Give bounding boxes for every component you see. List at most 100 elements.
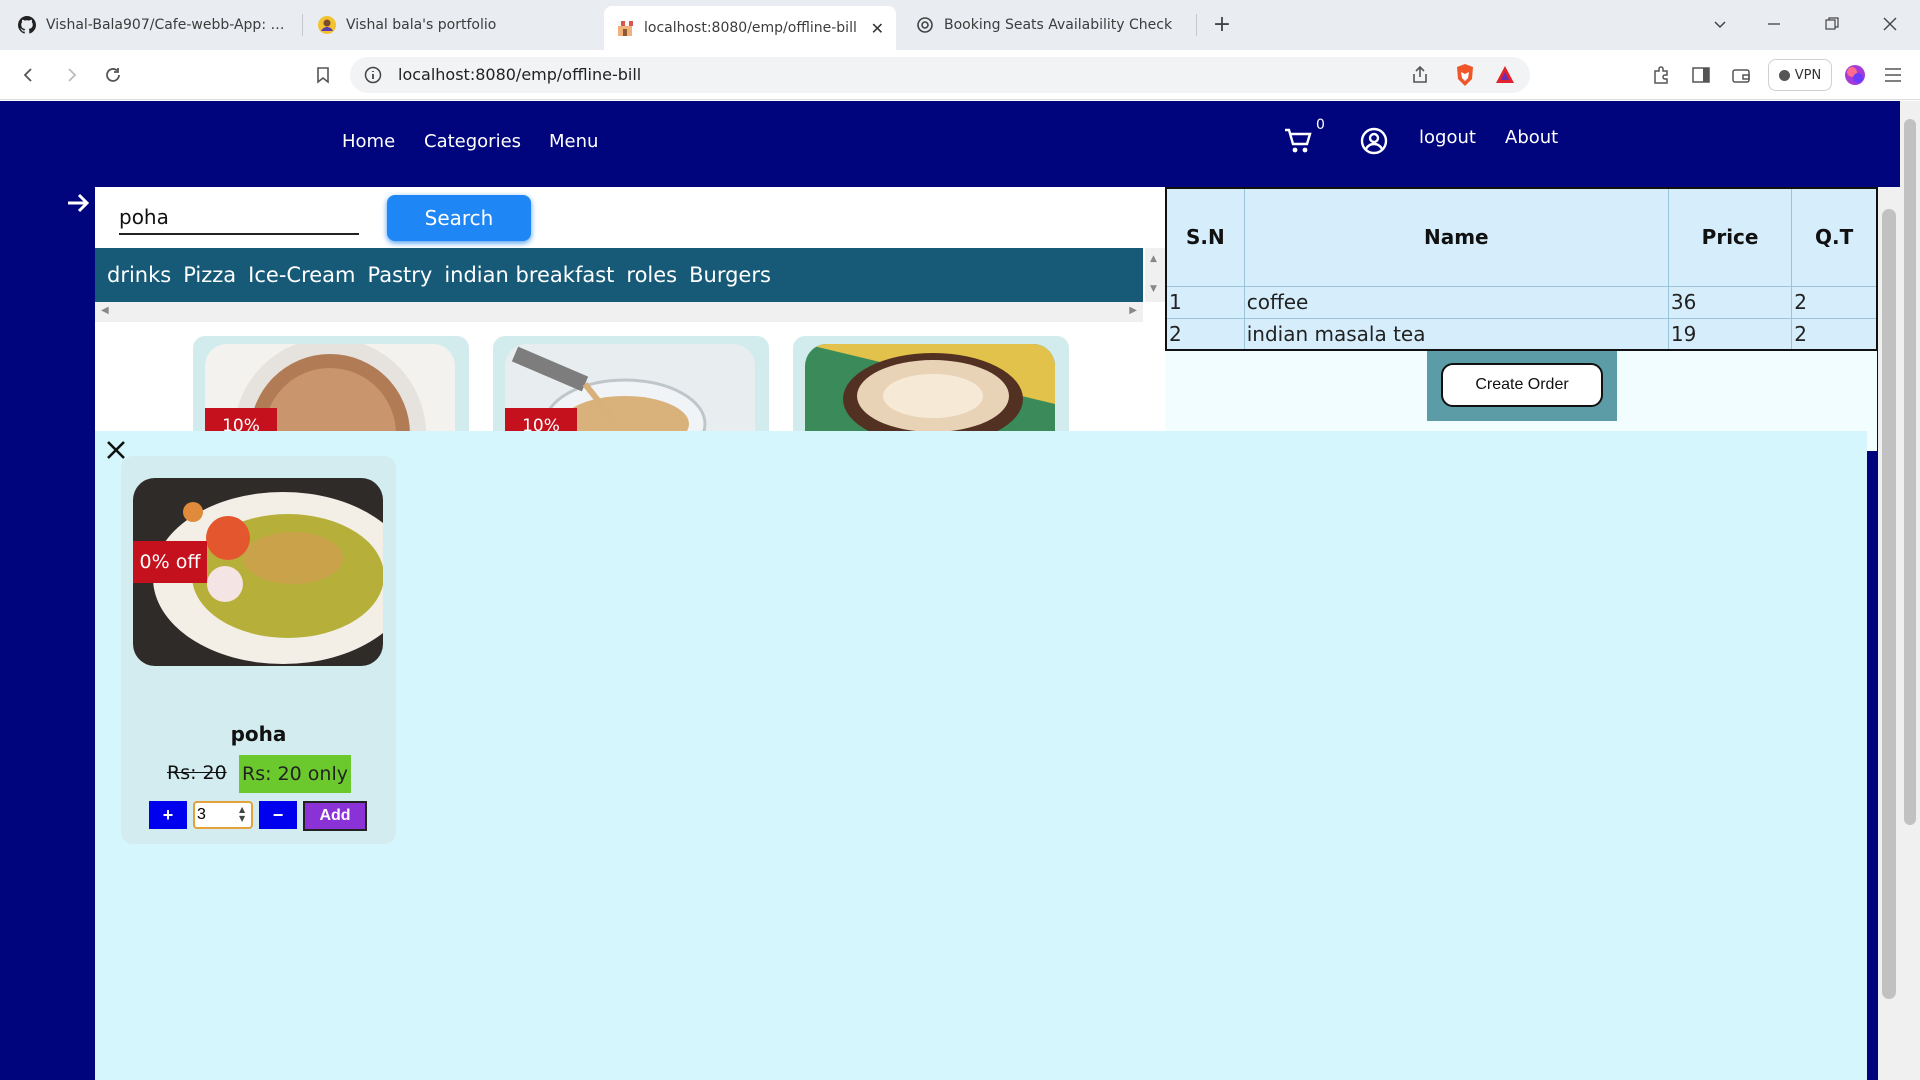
- logout-link[interactable]: logout: [1419, 127, 1476, 148]
- bill-col-name: Name: [1243, 187, 1669, 287]
- tab-separator: [1196, 14, 1197, 36]
- menu-icon[interactable]: [1880, 62, 1906, 88]
- category-vertical-scrollbar[interactable]: ▲ ▼: [1145, 248, 1165, 302]
- cafe-icon: [616, 19, 634, 37]
- wallet-icon[interactable]: [1728, 62, 1754, 88]
- search-input[interactable]: [119, 201, 359, 235]
- about-link[interactable]: About: [1505, 127, 1558, 148]
- page-scrollbar[interactable]: [1900, 101, 1920, 1080]
- bill-panel: S.N Name Price Q.T 1 coffee 36 2 2 india…: [1165, 187, 1878, 451]
- bill-row: 1 coffee 36 2: [1165, 285, 1878, 319]
- bill-cell-sn: 1: [1165, 285, 1245, 319]
- brave-rewards-icon[interactable]: [1494, 64, 1516, 86]
- new-tab-icon[interactable]: +: [1208, 10, 1236, 38]
- user-icon[interactable]: [1358, 125, 1390, 157]
- tab-title: Booking Seats Availability Check: [944, 17, 1173, 33]
- browser-tab[interactable]: Vishal bala's portfolio: [306, 6, 596, 44]
- decrement-button[interactable]: −: [259, 801, 297, 829]
- offer-price: Rs: 20 only: [239, 755, 351, 793]
- product-card: 0% off poha Rs: 20 Rs: 20 only + ▲▼ − Ad…: [121, 456, 396, 844]
- nav-home-link[interactable]: Home: [342, 131, 395, 152]
- avatar-icon: [318, 16, 336, 34]
- leo-ai-icon[interactable]: [1842, 62, 1868, 88]
- bill-cell-sn: 2: [1165, 317, 1245, 351]
- category-pizza[interactable]: Pizza: [183, 263, 236, 287]
- tab-title: Vishal bala's portfolio: [346, 17, 497, 33]
- browser-tab-active[interactable]: localhost:8080/emp/offline-bill ✕: [604, 6, 896, 50]
- scroll-right-icon[interactable]: ▶: [1129, 305, 1137, 316]
- site-info-icon[interactable]: [364, 66, 382, 84]
- panel-scrollbar[interactable]: [1878, 187, 1900, 1080]
- bookmark-icon[interactable]: [310, 62, 336, 88]
- extensions-icon[interactable]: [1648, 62, 1674, 88]
- browser-tab[interactable]: Booking Seats Availability Check: [904, 6, 1196, 44]
- product-name: poha: [230, 722, 287, 746]
- create-order-button[interactable]: Create Order: [1441, 363, 1603, 407]
- bill-table-header-row: S.N Name Price Q.T: [1165, 187, 1878, 287]
- scroll-left-icon[interactable]: ◀: [101, 305, 109, 316]
- category-burgers[interactable]: Burgers: [689, 263, 771, 287]
- category-ice-cream[interactable]: Ice-Cream: [248, 263, 355, 287]
- category-pastry[interactable]: Pastry: [368, 263, 433, 287]
- category-horizontal-scrollbar[interactable]: ◀ ▶: [95, 302, 1143, 322]
- discount-badge: 0% off: [133, 541, 207, 583]
- vpn-button[interactable]: VPN: [1768, 59, 1832, 91]
- brave-shield-icon[interactable]: [1454, 63, 1476, 87]
- scroll-up-icon[interactable]: ▲: [1150, 254, 1157, 264]
- category-bar: drinks Pizza Ice-Cream Pastry indian bre…: [95, 248, 1143, 302]
- original-price: Rs: 20: [167, 762, 227, 784]
- github-icon: [18, 16, 36, 34]
- cart-count: 0: [1316, 117, 1325, 133]
- nav-menu-link[interactable]: Menu: [549, 131, 598, 152]
- bill-cell-qty: 2: [1791, 317, 1878, 351]
- tab-separator: [302, 14, 303, 36]
- scroll-down-icon[interactable]: ▼: [1150, 284, 1157, 294]
- create-order-container: Create Order: [1427, 351, 1617, 421]
- search-results-overlay: 0% off poha Rs: 20 Rs: 20 only + ▲▼ − Ad…: [95, 431, 1867, 1080]
- tab-title: Vishal-Bala907/Cafe-webb-App: A more: [46, 17, 292, 33]
- vpn-status-icon: [1778, 69, 1790, 81]
- bill-col-price: Price: [1667, 187, 1793, 287]
- bill-table: S.N Name Price Q.T 1 coffee 36 2 2 india…: [1165, 187, 1878, 351]
- bill-cell-price: 19: [1667, 317, 1793, 351]
- back-icon[interactable]: [16, 62, 42, 88]
- page-scrollbar-thumb[interactable]: [1904, 119, 1916, 825]
- cart-icon[interactable]: [1280, 123, 1316, 159]
- sidebar-icon[interactable]: [1688, 62, 1714, 88]
- close-window-icon[interactable]: [1872, 10, 1908, 38]
- bill-cell-name: indian masala tea: [1243, 317, 1669, 351]
- arrow-right-icon[interactable]: [62, 187, 94, 219]
- category-drinks[interactable]: drinks: [107, 263, 171, 287]
- address-bar[interactable]: localhost:8080/emp/offline-bill: [350, 57, 1530, 93]
- category-roles[interactable]: roles: [626, 263, 677, 287]
- share-icon[interactable]: [1410, 65, 1430, 85]
- url-text: localhost:8080/emp/offline-bill: [398, 65, 642, 84]
- forward-icon[interactable]: [58, 62, 84, 88]
- search-button[interactable]: Search: [387, 195, 531, 241]
- close-tab-icon[interactable]: ✕: [871, 19, 884, 38]
- browser-tab-bar: Vishal-Bala907/Cafe-webb-App: A more Vis…: [0, 0, 1920, 50]
- bill-col-sn: S.N: [1165, 187, 1245, 287]
- nav-categories-link[interactable]: Categories: [424, 131, 521, 152]
- browser-tab[interactable]: Vishal-Bala907/Cafe-webb-App: A more: [6, 6, 304, 44]
- reload-icon[interactable]: [100, 62, 126, 88]
- bill-cell-name: coffee: [1243, 285, 1669, 319]
- restore-icon[interactable]: [1814, 10, 1850, 38]
- increment-button[interactable]: +: [149, 801, 187, 829]
- add-to-bill-button[interactable]: Add: [303, 801, 367, 831]
- openai-icon: [916, 16, 934, 34]
- minimize-icon[interactable]: [1756, 10, 1792, 38]
- category-indian-breakfast[interactable]: indian breakfast: [444, 263, 614, 287]
- bill-cell-qty: 2: [1791, 285, 1878, 319]
- vpn-label: VPN: [1794, 67, 1822, 83]
- bill-col-qty: Q.T: [1791, 187, 1878, 287]
- tab-title: localhost:8080/emp/offline-bill: [644, 20, 857, 36]
- panel-scrollbar-thumb[interactable]: [1882, 209, 1896, 999]
- bill-cell-price: 36: [1667, 285, 1793, 319]
- top-navbar: Home Categories Menu 0 logout About: [0, 101, 1900, 187]
- page-viewport: Home Categories Menu 0 logout About Sear…: [0, 101, 1920, 1080]
- tab-search-icon[interactable]: [1702, 10, 1738, 38]
- stepper-arrows-icon[interactable]: ▲ ▼: [239, 805, 245, 823]
- browser-toolbar: localhost:8080/emp/offline-bill VPN: [0, 50, 1920, 100]
- bill-row: 2 indian masala tea 19 2: [1165, 317, 1878, 351]
